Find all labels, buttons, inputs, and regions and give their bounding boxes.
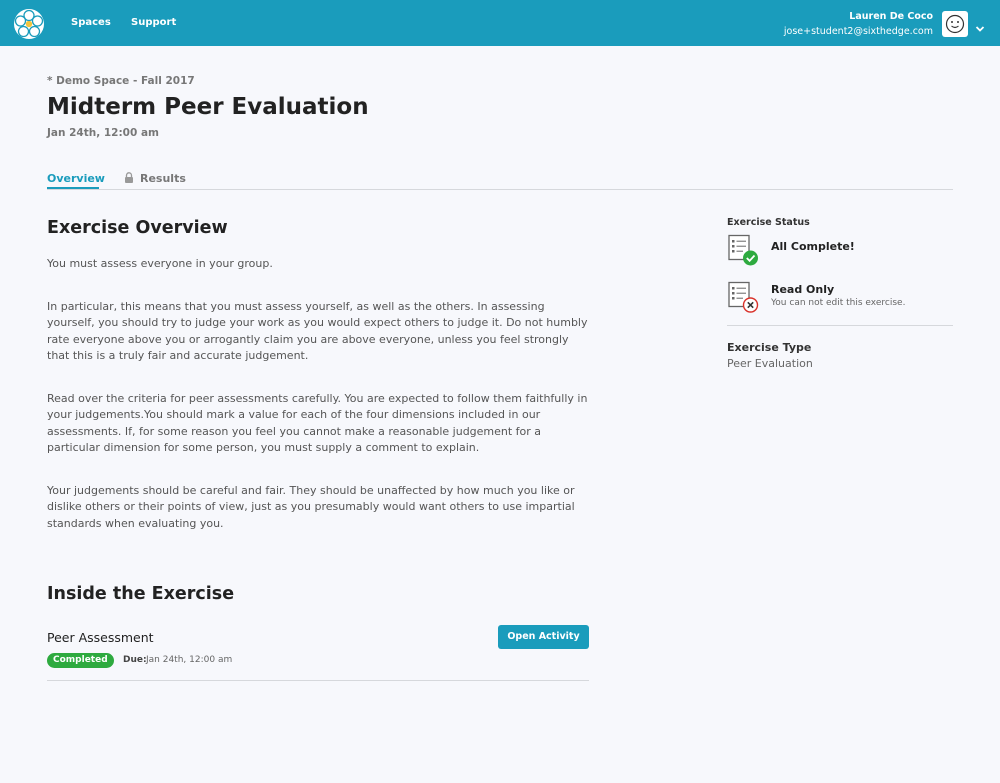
- read-only-label: Read Only: [771, 283, 835, 296]
- breadcrumb[interactable]: * Demo Space - Fall 2017: [47, 75, 195, 87]
- avatar[interactable]: [942, 11, 968, 37]
- nav-link-spaces[interactable]: Spaces: [71, 17, 111, 28]
- overview-paragraph: In particular, this means that you must …: [47, 300, 588, 362]
- chevron-down-icon[interactable]: [975, 19, 985, 32]
- tab-results[interactable]: Results: [124, 172, 186, 186]
- open-activity-button[interactable]: Open Activity: [498, 625, 589, 649]
- overview-paragraph: Read over the criteria for peer assessme…: [47, 392, 588, 454]
- overview-paragraph: Your judgements should be careful and fa…: [47, 484, 575, 530]
- user-name[interactable]: Lauren De Coco: [849, 11, 933, 22]
- sidebar-divider: [727, 325, 953, 326]
- task-divider: [47, 680, 589, 681]
- user-email[interactable]: jose+student2@sixthedge.com: [784, 26, 933, 37]
- exercise-status-heading: Exercise Status: [727, 217, 810, 228]
- logo-icon[interactable]: [13, 8, 45, 40]
- lock-icon: [124, 172, 134, 186]
- due-label: Due:: [123, 655, 147, 665]
- exercise-overview-heading: Exercise Overview: [47, 218, 228, 238]
- overview-paragraph: You must assess everyone in your group.: [47, 257, 273, 270]
- exercise-date: Jan 24th, 12:00 am: [47, 127, 159, 139]
- status-badge: Completed: [47, 653, 114, 668]
- tabs-divider: [47, 189, 953, 190]
- page-title: Midterm Peer Evaluation: [47, 94, 369, 120]
- inside-exercise-heading: Inside the Exercise: [47, 584, 235, 604]
- tab-results-label: Results: [140, 172, 186, 185]
- checklist-complete-icon: [727, 234, 759, 266]
- read-only-description: You can not edit this exercise.: [771, 298, 906, 308]
- exercise-type-label: Exercise Type: [727, 341, 812, 354]
- nav-link-support[interactable]: Support: [131, 17, 176, 28]
- top-navigation-bar: Spaces Support Lauren De Coco jose+stude…: [0, 0, 1000, 46]
- checklist-read-only-icon: [727, 281, 759, 313]
- exercise-type-value: Peer Evaluation: [727, 357, 813, 370]
- all-complete-label: All Complete!: [771, 240, 855, 253]
- tab-overview[interactable]: Overview: [47, 172, 105, 185]
- due-value: Jan 24th, 12:00 am: [146, 655, 233, 665]
- task-name: Peer Assessment: [47, 630, 154, 645]
- smiley-face-icon: [945, 14, 965, 34]
